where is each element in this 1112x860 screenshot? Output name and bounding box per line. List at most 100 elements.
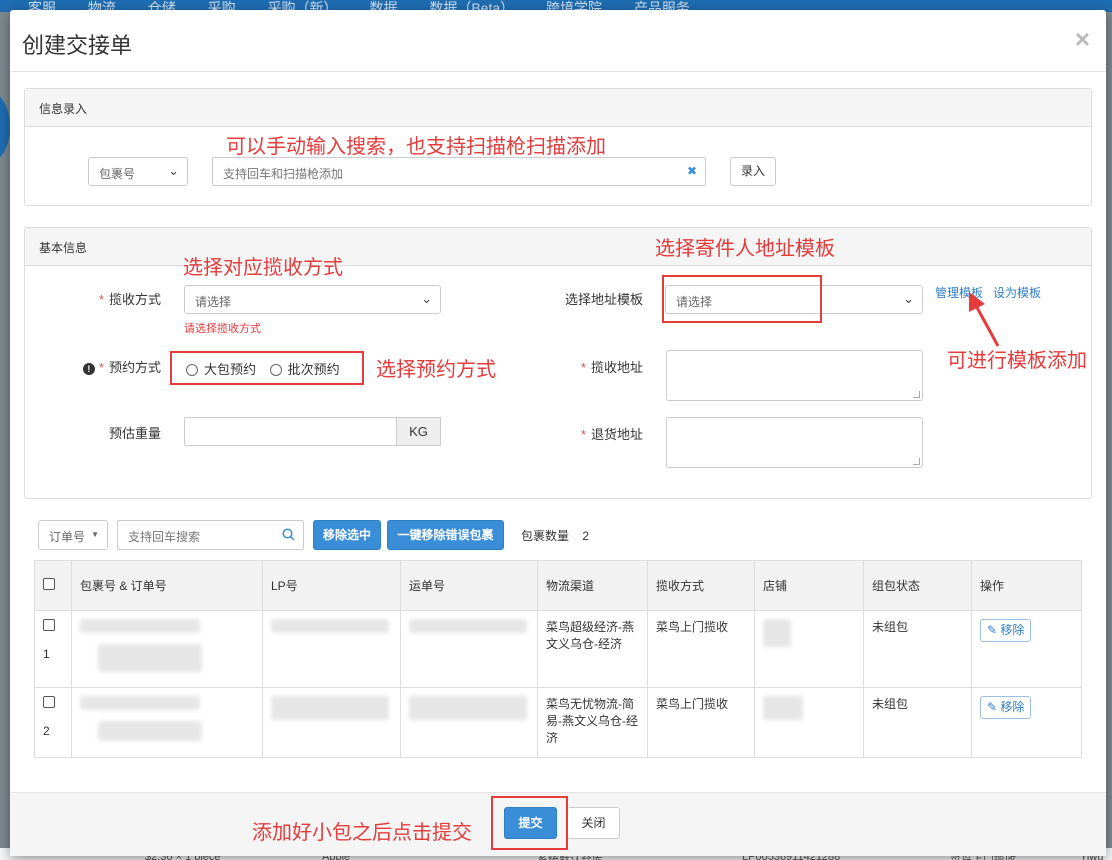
channel-cell: 菜鸟超级经济-燕文义乌仓-经济 bbox=[537, 610, 648, 688]
waybill-cell bbox=[400, 610, 538, 688]
return-address-textarea[interactable] bbox=[666, 417, 923, 468]
caret-down-icon: ▼ bbox=[91, 530, 99, 539]
close-button[interactable]: 关闭 bbox=[567, 807, 620, 839]
annotation-address-template: 选择寄件人地址模板 bbox=[655, 238, 835, 260]
weight-label: 预估重量 bbox=[108, 426, 161, 441]
info-icon: ! bbox=[82, 363, 95, 375]
annotation-appointment: 选择预约方式 bbox=[376, 359, 496, 381]
label-text: 揽收方式 bbox=[108, 292, 161, 307]
select-all-cell bbox=[34, 560, 72, 611]
table-header-row: 包裹号 & 订单号 LP号 运单号 物流渠道 揽收方式 店铺 组包状态 操作 bbox=[34, 560, 1082, 611]
label-text: 揽收地址 bbox=[590, 360, 643, 375]
modal-title: 创建交接单 bbox=[22, 33, 133, 58]
chevron-down-icon: ⌄ bbox=[903, 291, 914, 306]
lp-cell bbox=[262, 687, 401, 758]
column-header: 操作 bbox=[971, 560, 1082, 611]
column-header: 组包状态 bbox=[863, 560, 972, 611]
column-header: 店铺 bbox=[754, 560, 864, 611]
return-address-label: * 退货地址 bbox=[580, 427, 643, 442]
select-placeholder: 请选择 bbox=[195, 295, 232, 309]
weight-unit: KG bbox=[396, 417, 441, 446]
row-index: 1 bbox=[43, 647, 50, 661]
chevron-down-icon: ⌄ bbox=[168, 163, 179, 178]
row-checkbox[interactable] bbox=[43, 619, 55, 631]
clear-icon[interactable]: ✖ bbox=[687, 164, 697, 178]
package-type-select[interactable]: 包裹号 ⌄ bbox=[88, 157, 188, 186]
edit-icon: ✎ bbox=[987, 623, 998, 637]
lp-cell bbox=[262, 610, 401, 688]
column-header: LP号 bbox=[262, 560, 401, 611]
create-handover-modal: 创建交接单 × 信息录入 包裹号 ⌄ 支持回车和扫描枪添加 ✖ 录入 基本信息 … bbox=[10, 10, 1106, 856]
redacted-text bbox=[80, 619, 200, 633]
row-checkbox[interactable] bbox=[43, 696, 55, 708]
redacted-text bbox=[271, 696, 389, 720]
redacted-text bbox=[409, 619, 527, 633]
select-value: 包裹号 bbox=[99, 167, 136, 181]
package-count-value: 2 bbox=[582, 529, 590, 543]
table-row: 1 菜鸟超级经济-燕文义乌仓-经济 菜鸟上门揽收 未组包 ✎ 移除 bbox=[34, 610, 1082, 688]
row-index: 2 bbox=[43, 724, 50, 738]
button-label: 移除 bbox=[1000, 700, 1025, 714]
select-value: 订单号 bbox=[49, 530, 86, 544]
shop-cell bbox=[754, 687, 864, 758]
redacted-text bbox=[98, 721, 202, 741]
column-header: 包裹号 & 订单号 bbox=[71, 560, 263, 611]
row-select-cell: 2 bbox=[34, 687, 72, 758]
select-all-checkbox[interactable] bbox=[43, 578, 55, 590]
button-label: 移除 bbox=[1000, 623, 1025, 637]
channel-cell: 菜鸟无忧物流-简易-燕文义乌仓-经济 bbox=[537, 687, 648, 758]
pickup-method-select[interactable]: 请选择 ⌄ bbox=[184, 285, 441, 314]
action-cell: ✎ 移除 bbox=[971, 610, 1082, 688]
package-table: 包裹号 & 订单号 LP号 运单号 物流渠道 揽收方式 店铺 组包状态 操作 1… bbox=[34, 560, 1082, 758]
appointment-label: ! * 预约方式 bbox=[65, 357, 161, 376]
search-icon[interactable] bbox=[282, 528, 295, 541]
close-icon[interactable]: × bbox=[1075, 24, 1090, 54]
pickup-address-textarea[interactable] bbox=[666, 350, 923, 401]
table-row: 2 菜鸟无忧物流-简易-燕文义乌仓-经济 菜鸟上门揽收 未组包 ✎ 移除 bbox=[34, 687, 1082, 758]
highlight-submit bbox=[491, 796, 568, 850]
package-count-label: 包裹数量 bbox=[521, 529, 570, 543]
remove-selected-button[interactable]: 移除选中 bbox=[313, 520, 381, 550]
package-order-cell bbox=[71, 687, 263, 758]
edit-icon: ✎ bbox=[987, 700, 998, 714]
column-header: 揽收方式 bbox=[647, 560, 755, 611]
pickup-method-error: 请选择揽收方式 bbox=[184, 323, 261, 335]
label-text: 预约方式 bbox=[108, 360, 161, 375]
order-search-input[interactable]: 支持回车搜索 bbox=[117, 520, 304, 550]
row-select-cell: 1 bbox=[34, 610, 72, 688]
column-header: 物流渠道 bbox=[537, 560, 648, 611]
highlight-appointment bbox=[170, 351, 364, 385]
annotation-submit: 添加好小包之后点击提交 bbox=[252, 822, 472, 844]
redacted-text bbox=[763, 696, 803, 720]
annotation-pickup: 选择对应揽收方式 bbox=[183, 257, 343, 279]
redacted-text bbox=[409, 696, 527, 720]
modal-header: 创建交接单 × bbox=[10, 10, 1106, 72]
pickup-cell: 菜鸟上门揽收 bbox=[647, 687, 755, 758]
chevron-down-icon: ⌄ bbox=[421, 291, 432, 306]
column-header: 运单号 bbox=[400, 560, 538, 611]
pickup-method-label: * 揽收方式 bbox=[98, 292, 161, 307]
shop-cell bbox=[754, 610, 864, 688]
input-placeholder: 支持回车搜索 bbox=[128, 530, 201, 544]
input-placeholder: 支持回车和扫描枪添加 bbox=[223, 167, 344, 181]
remove-row-button[interactable]: ✎ 移除 bbox=[980, 696, 1032, 719]
scan-input[interactable]: 支持回车和扫描枪添加 ✖ bbox=[212, 157, 706, 186]
weight-input[interactable] bbox=[184, 417, 397, 446]
action-cell: ✎ 移除 bbox=[971, 687, 1082, 758]
status-cell: 未组包 bbox=[863, 687, 972, 758]
address-template-label: 选择地址模板 bbox=[564, 292, 643, 307]
enter-button[interactable]: 录入 bbox=[730, 157, 776, 186]
background-decoration bbox=[0, 92, 10, 162]
redacted-text bbox=[80, 696, 200, 710]
annotation-arrow-icon bbox=[969, 292, 1000, 347]
package-count: 包裹数量 2 bbox=[521, 527, 589, 544]
label-text: 退货地址 bbox=[590, 427, 643, 442]
remove-row-button[interactable]: ✎ 移除 bbox=[980, 619, 1032, 642]
pickup-address-label: * 揽收地址 bbox=[580, 360, 643, 375]
order-type-dropdown[interactable]: 订单号 ▼ bbox=[38, 520, 108, 550]
pickup-cell: 菜鸟上门揽收 bbox=[647, 610, 755, 688]
remove-error-packages-button[interactable]: 一键移除错误包裹 bbox=[387, 520, 504, 550]
redacted-text bbox=[271, 619, 389, 633]
package-order-cell bbox=[71, 610, 263, 688]
redacted-text bbox=[98, 644, 202, 672]
